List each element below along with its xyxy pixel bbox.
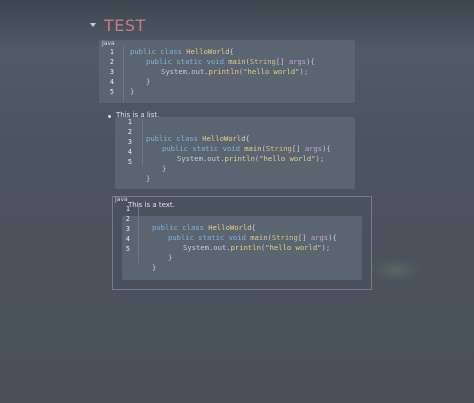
code-line: public class HelloWorld{ xyxy=(146,134,250,143)
collapse-triangle-icon[interactable] xyxy=(90,23,96,27)
background-highlight xyxy=(370,258,422,282)
line-number: 3 xyxy=(125,225,130,233)
line-number: 5 xyxy=(125,245,130,253)
code-line: System.out.println("hello world"); xyxy=(177,154,325,163)
code-line: } xyxy=(168,253,173,262)
line-number: 3 xyxy=(109,68,114,76)
code-line: public static void main(String[] args){ xyxy=(146,57,315,66)
code-line: } xyxy=(152,263,157,272)
line-number: 2 xyxy=(127,128,132,136)
code-block-3[interactable]: 1 2 3 4 5 public class HelloWorld{ publi… xyxy=(122,203,362,280)
code-line: System.out.println("hello world"); xyxy=(161,67,309,76)
list-bullet xyxy=(108,115,111,118)
line-number: 1 xyxy=(109,48,114,56)
gutter-separator xyxy=(142,119,143,165)
code-language-label: Java xyxy=(115,196,128,203)
line-number: 5 xyxy=(109,88,114,96)
heading: TEST xyxy=(90,15,146,35)
line-number: 2 xyxy=(125,215,130,223)
line-number: 4 xyxy=(109,78,114,86)
code-block-1[interactable]: Java 1 2 3 4 5 public class HelloWorld{ … xyxy=(99,40,355,103)
line-number: 1 xyxy=(127,118,132,126)
code-line: public static void main(String[] args){ xyxy=(162,144,331,153)
code-line: } xyxy=(130,87,135,96)
line-number: 4 xyxy=(127,148,132,156)
heading-title: TEST xyxy=(104,15,146,35)
gutter-separator xyxy=(123,46,124,102)
line-number: 3 xyxy=(127,138,132,146)
block-text: This is a text. xyxy=(128,201,175,209)
code-line: public class HelloWorld{ xyxy=(130,47,234,56)
line-number: 1 xyxy=(125,205,130,213)
line-number: 5 xyxy=(127,158,132,166)
code-block-2[interactable]: 1 2 3 4 5 public class HelloWorld{ publi… xyxy=(115,117,355,189)
gutter-separator xyxy=(138,203,139,263)
code-line: } xyxy=(162,164,167,173)
code-line: public static void main(String[] args){ xyxy=(168,233,337,242)
line-number: 2 xyxy=(109,58,114,66)
line-number: 4 xyxy=(125,235,130,243)
code-line: System.out.println("hello world"); xyxy=(183,243,331,252)
code-line: } xyxy=(146,174,151,183)
code-language-label: Java xyxy=(102,40,115,47)
code-line: } xyxy=(146,77,151,86)
code-line: public class HelloWorld{ xyxy=(152,223,256,232)
